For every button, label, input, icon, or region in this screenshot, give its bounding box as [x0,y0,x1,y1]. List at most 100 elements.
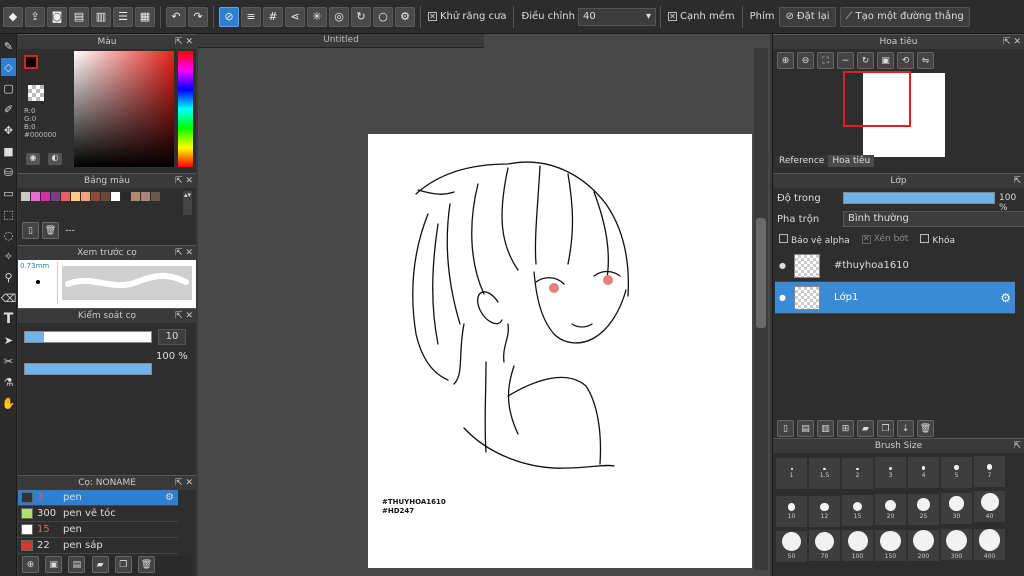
shape-tool-icon[interactable]: ■ [1,142,16,160]
parallel-snap-icon[interactable]: ≡ [241,6,261,27]
eraser-tool-icon[interactable]: ◇ [1,58,16,76]
panel-buttons[interactable]: ⇱ ✕ [175,246,193,260]
delete-layer-icon[interactable]: 🗑 [917,420,934,437]
brush-size-preset[interactable]: 12 [809,495,840,527]
merge-layer-icon[interactable]: ⇣ [897,420,914,437]
list-icon[interactable]: ☰ [113,6,133,27]
brush-size-preset[interactable]: 40 [974,490,1005,522]
palette-swatch[interactable] [101,192,110,201]
panel-buttons[interactable]: ⇱ [1013,439,1021,453]
brush-size-value[interactable]: 10 [158,329,186,345]
lasso-tool-icon[interactable]: ◌ [1,226,16,244]
brush-size-preset[interactable]: 15 [842,495,873,527]
palette-swatch[interactable] [111,192,120,201]
gradient-tool-icon[interactable]: ▭ [1,184,16,202]
panel-buttons[interactable]: ⇱ [1013,174,1021,188]
cross-snap-icon[interactable]: # [263,6,283,27]
undo-icon[interactable]: ↶ [166,6,186,27]
divide-tool-icon[interactable]: ✂ [1,352,16,370]
lock-checkbox[interactable]: Khóa [920,234,955,246]
brush-size-preset[interactable]: 30 [941,492,972,524]
brush-size-preset[interactable]: 5 [941,456,972,488]
hand-tool-icon[interactable]: ✋ [1,394,16,412]
zoom-minus-icon[interactable]: − [837,52,854,69]
layer-item[interactable]: ● Lớp1 ⚙ [775,282,1015,314]
panel-buttons[interactable]: ⇱ ✕ [175,476,193,490]
blend-mode-select[interactable]: Bình thường [843,211,1024,227]
straight-line-button[interactable]: ⟋ Tạo một đường thẳng [839,6,970,27]
layer-visibility-icon[interactable]: ● [779,293,786,302]
brush-list-item[interactable]: 3 pen ⚙ [18,490,178,506]
eyedropper-tool-icon[interactable]: ⚗ [1,373,16,391]
delete-palette-icon[interactable]: 🗑 [42,222,59,239]
add-layer-menu-icon[interactable]: ⊞ [837,420,854,437]
antialias-checkbox[interactable]: ✕ Khử răng cưa [428,11,506,22]
palette-swatch[interactable] [31,192,40,201]
folder-icon[interactable]: ▰ [857,420,874,437]
reset-button[interactable]: ⊘ Đặt lại [779,6,836,27]
brush-size-preset[interactable]: 400 [974,529,1005,561]
flip-icon[interactable]: ⇋ [917,52,934,69]
duplicate-layer-icon[interactable]: ❐ [877,420,894,437]
redo-icon[interactable]: ↷ [188,6,208,27]
brush-list-item[interactable]: 300 pen vẽ tóc [18,506,178,522]
palette-swatch[interactable] [21,192,30,201]
select-eraser-tool-icon[interactable]: ⌫ [1,289,17,307]
soft-edge-checkbox[interactable]: ✕ Cạnh mềm [667,11,735,22]
layer-visibility-icon[interactable]: ● [779,261,786,270]
brush-size-preset[interactable]: 1.5 [809,457,840,489]
zoom-out-icon[interactable]: ⊖ [797,52,814,69]
palette-swatch[interactable] [91,192,100,201]
palette-swatch[interactable] [121,192,130,201]
brush-duplicate-icon[interactable]: ❐ [114,556,132,573]
settings-snap-icon[interactable]: ⚙ [395,6,415,27]
brush-size-slider[interactable] [24,331,152,343]
brush-size-preset[interactable]: 300 [941,529,972,561]
navigator-viewport[interactable] [843,71,911,127]
lasso-rect-tool-icon[interactable]: ⬚ [1,205,16,223]
zoom-in-icon[interactable]: ⊕ [777,52,794,69]
new-layer-8bit-icon[interactable]: ▤ [797,420,814,437]
palette-icon[interactable]: ◉ [26,153,40,165]
rotate-icon[interactable]: ↻ [857,52,874,69]
panel-buttons[interactable]: ⇱ ✕ [175,174,193,188]
palette-swatch[interactable] [151,192,160,201]
pen-tool-icon[interactable]: ✐ [1,100,16,118]
scroll-thumb[interactable] [756,218,766,328]
brush-copy-icon[interactable]: ▣ [45,556,63,573]
new-layer-icon[interactable]: ▯ [777,420,794,437]
reset-rotate-icon[interactable]: ⟲ [897,52,914,69]
fit-icon[interactable]: ⛶ [817,52,834,69]
brush-settings-icon[interactable]: ⚙ [165,492,174,503]
brush-size-preset[interactable]: 7 [974,456,1005,487]
panel-buttons[interactable]: ⇱ ✕ [1003,35,1021,49]
brush-list-item[interactable]: 15 pen [18,522,178,538]
ellipse-snap-icon[interactable]: ○ [373,6,393,27]
brush-size-preset[interactable]: 200 [908,529,939,561]
brush-size-preset[interactable]: 4 [908,457,939,489]
panel-buttons[interactable]: ⇱ ✕ [175,309,193,323]
no-snap-icon[interactable]: ⊘ [219,6,239,27]
hue-slider[interactable] [178,51,193,167]
move-tool-icon[interactable]: ✥ [1,121,16,139]
palette-swatch[interactable] [51,192,60,201]
color-wheel-icon[interactable]: ◐ [48,153,62,165]
brush-file-icon[interactable]: ▤ [68,556,86,573]
bucket-tool-icon[interactable]: ⛁ [1,163,16,181]
palette-swatch[interactable] [81,192,90,201]
document-tab[interactable]: Untitled [198,34,484,48]
speech-bubble-icon[interactable]: ◙ [47,6,67,27]
radial-snap-icon[interactable]: ✳ [307,6,327,27]
brush-folder-icon[interactable]: ▰ [91,556,109,573]
text-tool-icon[interactable]: T [1,310,16,328]
curve-snap-icon[interactable]: ↻ [351,6,371,27]
drawing-canvas[interactable]: #THUYHOA1610 #HD247 [368,134,752,568]
brush-list-item[interactable]: 22 pen sáp [18,538,178,554]
vertical-scrollbar[interactable] [754,48,768,570]
layer-item[interactable]: ● #thuyhoa1610 [775,250,1015,282]
add-brush-icon[interactable]: ⊕ [22,556,39,573]
brush-size-preset[interactable]: 3 [875,457,906,489]
brush-size-preset[interactable]: 2 [842,457,873,489]
palette-swatch[interactable] [131,192,140,201]
brush-delete-icon[interactable]: 🗑 [137,556,155,573]
